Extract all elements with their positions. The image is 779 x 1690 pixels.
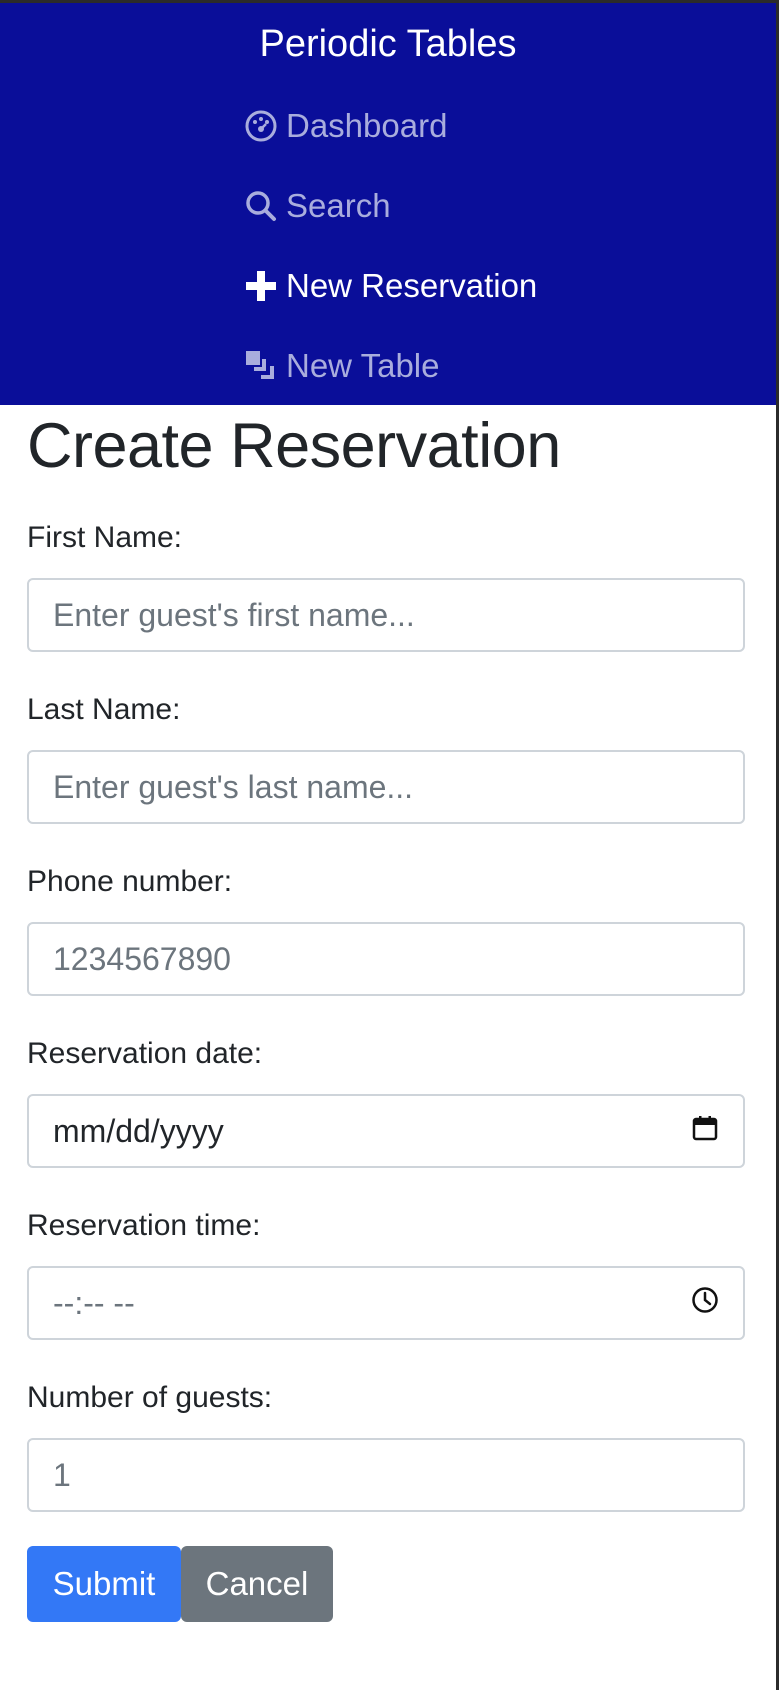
last-name-label: Last Name: bbox=[27, 693, 181, 726]
nav-item-new-reservation[interactable]: New Reservation bbox=[244, 260, 537, 312]
nav-item-label: Search bbox=[286, 187, 391, 224]
cancel-button[interactable]: Cancel bbox=[181, 1546, 333, 1622]
plus-icon bbox=[244, 269, 278, 303]
app-brand[interactable]: Periodic Tables bbox=[0, 23, 776, 66]
nav-item-label: New Table bbox=[286, 347, 440, 384]
nav-item-search[interactable]: Search bbox=[244, 180, 391, 232]
reservation-time-label: Reservation time: bbox=[27, 1209, 261, 1242]
nav-item-label: New Reservation bbox=[286, 267, 538, 304]
reservation-date-value: mm/dd/yyyy bbox=[53, 1112, 224, 1149]
reservation-date-label: Reservation date: bbox=[27, 1037, 263, 1070]
submit-button[interactable]: Submit bbox=[27, 1546, 181, 1622]
nav-item-dashboard[interactable]: Dashboard bbox=[244, 100, 447, 152]
reservation-date-field[interactable]: mm/dd/yyyy bbox=[27, 1094, 745, 1168]
nav-item-label: Dashboard bbox=[286, 107, 448, 144]
layers-icon bbox=[244, 349, 278, 383]
phone-label: Phone number: bbox=[27, 865, 233, 898]
guests-field[interactable]: 1 bbox=[27, 1438, 745, 1512]
clock-icon[interactable] bbox=[691, 1285, 719, 1322]
first-name-placeholder: Enter guest's first name... bbox=[53, 596, 415, 633]
guests-placeholder: 1 bbox=[53, 1456, 71, 1493]
calendar-icon[interactable] bbox=[691, 1113, 719, 1150]
last-name-placeholder: Enter guest's last name... bbox=[53, 768, 414, 805]
reservation-time-value: --:-- -- bbox=[53, 1284, 135, 1321]
page-title: Create Reservation bbox=[27, 411, 561, 481]
search-icon bbox=[244, 189, 278, 223]
dashboard-icon bbox=[244, 109, 278, 143]
guests-label: Number of guests: bbox=[27, 1381, 273, 1414]
phone-placeholder: 1234567890 bbox=[53, 940, 231, 977]
sidebar-nav: Periodic Tables Dashboard Search New Res… bbox=[0, 3, 776, 405]
first-name-label: First Name: bbox=[27, 521, 183, 554]
last-name-field[interactable]: Enter guest's last name... bbox=[27, 750, 745, 824]
phone-field[interactable]: 1234567890 bbox=[27, 922, 745, 996]
nav-item-new-table[interactable]: New Table bbox=[244, 340, 439, 392]
first-name-field[interactable]: Enter guest's first name... bbox=[27, 578, 745, 652]
reservation-time-field[interactable]: --:-- -- bbox=[27, 1266, 745, 1340]
